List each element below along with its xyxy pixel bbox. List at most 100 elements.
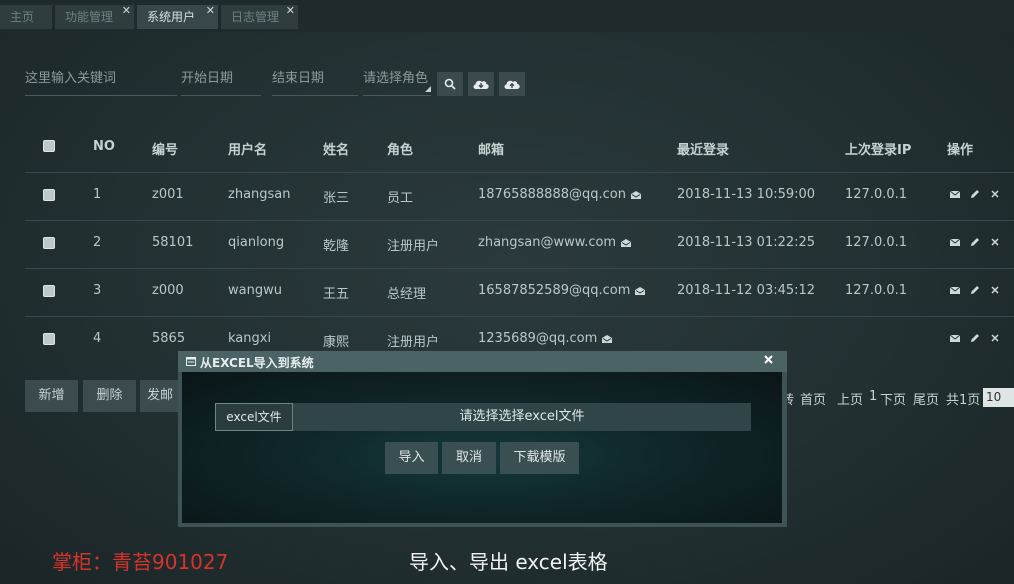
modal-title: 从EXCEL导入到系统 <box>200 356 314 370</box>
col-header-last-ip: 上次登录IP <box>845 143 912 158</box>
cloud-upload-icon <box>504 80 520 89</box>
pager-first[interactable]: 首页 <box>800 389 826 408</box>
cell-name: 王五 <box>323 287 350 302</box>
cell-role: 注册用户 <box>387 239 440 254</box>
modal-header: 从EXCEL导入到系统 <box>178 351 787 372</box>
role-select-value: 请选择角色 <box>363 71 429 86</box>
cell-code: z001 <box>152 187 184 202</box>
import-modal: 从EXCEL导入到系统 excel文件 请选择选择excel文件 导入 取消 下… <box>178 351 787 527</box>
col-header-code: 编号 <box>152 143 179 158</box>
close-icon[interactable]: ✕ <box>206 0 215 23</box>
cell-role: 员工 <box>387 191 414 206</box>
cancel-button[interactable]: 取消 <box>442 442 496 474</box>
delete-icon[interactable] <box>990 285 1000 295</box>
email-text: zhangsan@www.com <box>478 235 617 250</box>
cell-email: zhangsan@www.com <box>478 235 632 250</box>
cell-name: 康熙 <box>323 335 350 350</box>
cell-name: 乾隆 <box>323 239 350 254</box>
row-divider <box>25 172 1014 173</box>
role-select[interactable]: 请选择角色 <box>363 64 431 96</box>
end-date-input[interactable]: 结束日期 <box>272 64 358 96</box>
cell-code: z000 <box>152 283 184 298</box>
cell-ip: 127.0.0.1 <box>845 187 908 202</box>
cell-no: 1 <box>93 187 102 202</box>
tab-function-manage[interactable]: 功能管理 ✕ <box>55 4 134 29</box>
mail-open-icon[interactable] <box>635 286 646 295</box>
email-text: 16587852589@qq.com <box>478 283 631 298</box>
start-date-input[interactable]: 开始日期 <box>181 64 261 96</box>
mail-open-icon[interactable] <box>621 238 632 247</box>
row-checkbox[interactable] <box>43 333 55 345</box>
delete-button[interactable]: 删除 <box>83 380 136 412</box>
file-path-field[interactable]: 请选择选择excel文件 <box>293 403 751 431</box>
cell-name: 张三 <box>323 191 350 206</box>
cell-code: 58101 <box>152 235 194 250</box>
cell-username: qianlong <box>228 235 285 250</box>
pager-total: 共1页 <box>946 393 981 408</box>
caption-owner: 掌柜：青苔901027 <box>52 550 229 574</box>
edit-icon[interactable] <box>970 237 980 247</box>
row-divider <box>25 316 1014 317</box>
edit-icon[interactable] <box>970 333 980 343</box>
select-all-checkbox[interactable] <box>43 140 55 152</box>
mail-open-icon[interactable] <box>602 334 613 343</box>
row-divider <box>25 268 1014 269</box>
cell-last-login: 2018-11-13 10:59:00 <box>677 187 816 202</box>
delete-icon[interactable] <box>990 237 1000 247</box>
pager-current: 1 <box>869 389 878 404</box>
tab-log-manage[interactable]: 日志管理 ✕ <box>221 4 298 29</box>
export-button[interactable] <box>468 72 494 96</box>
delete-icon[interactable] <box>990 189 1000 199</box>
cell-role: 注册用户 <box>387 335 440 350</box>
edit-icon[interactable] <box>970 189 980 199</box>
mail-open-icon[interactable] <box>630 190 641 199</box>
cell-username: zhangsan <box>228 187 291 202</box>
row-checkbox[interactable] <box>43 237 55 249</box>
pager-last[interactable]: 尾页 <box>913 389 939 408</box>
download-template-button[interactable]: 下载模版 <box>500 442 579 474</box>
page-size-select[interactable]: 10 <box>983 388 1014 407</box>
close-icon[interactable]: ✕ <box>122 0 131 23</box>
col-header-name: 姓名 <box>323 143 350 158</box>
row-checkbox[interactable] <box>43 285 55 297</box>
mail-icon[interactable] <box>950 237 960 247</box>
col-header-username: 用户名 <box>228 143 268 158</box>
import-button[interactable] <box>499 72 525 96</box>
cell-username: kangxi <box>228 331 272 346</box>
edit-icon[interactable] <box>970 285 980 295</box>
delete-icon[interactable] <box>990 333 1000 343</box>
search-icon <box>444 78 456 90</box>
search-button[interactable] <box>437 72 463 96</box>
close-icon[interactable] <box>764 355 773 364</box>
tab-system-users[interactable]: 系统用户 ✕ <box>137 4 218 29</box>
import-submit-button[interactable]: 导入 <box>385 442 438 474</box>
col-header-no: NO <box>93 139 115 154</box>
mail-icon[interactable] <box>950 285 960 295</box>
mail-icon[interactable] <box>950 189 960 199</box>
tab-home[interactable]: 主页 <box>0 5 52 29</box>
tab-bar: 主页 功能管理 ✕ 系统用户 ✕ 日志管理 ✕ <box>0 0 1014 32</box>
cell-last-login: 2018-11-12 03:45:12 <box>677 283 816 298</box>
cell-email: 18765888888@qq.con <box>478 187 641 202</box>
cell-no: 4 <box>93 331 102 346</box>
tab-label: 主页 <box>10 10 35 24</box>
pager-next[interactable]: 下页 <box>880 389 906 408</box>
cell-role: 总经理 <box>387 287 427 302</box>
cell-email: 16587852589@qq.com <box>478 283 646 298</box>
cell-last-login: 2018-11-13 01:22:25 <box>677 235 816 250</box>
keyword-input[interactable]: 这里输入关键词 <box>25 64 177 96</box>
mail-icon[interactable] <box>950 333 960 343</box>
send-mail-button[interactable]: 发邮 <box>140 380 180 412</box>
page-size-value: 10 <box>986 390 1002 404</box>
window-icon <box>186 357 196 366</box>
cell-no: 2 <box>93 235 102 250</box>
email-text: 1235689@qq.com <box>478 331 598 346</box>
choose-file-button[interactable]: excel文件 <box>215 403 293 431</box>
close-icon[interactable]: ✕ <box>286 0 295 23</box>
email-text: 18765888888@qq.con <box>478 187 626 202</box>
cell-ip: 127.0.0.1 <box>845 235 908 250</box>
pager-prev[interactable]: 上页 <box>837 389 863 408</box>
cell-no: 3 <box>93 283 102 298</box>
add-button[interactable]: 新增 <box>25 380 78 412</box>
row-checkbox[interactable] <box>43 189 55 201</box>
